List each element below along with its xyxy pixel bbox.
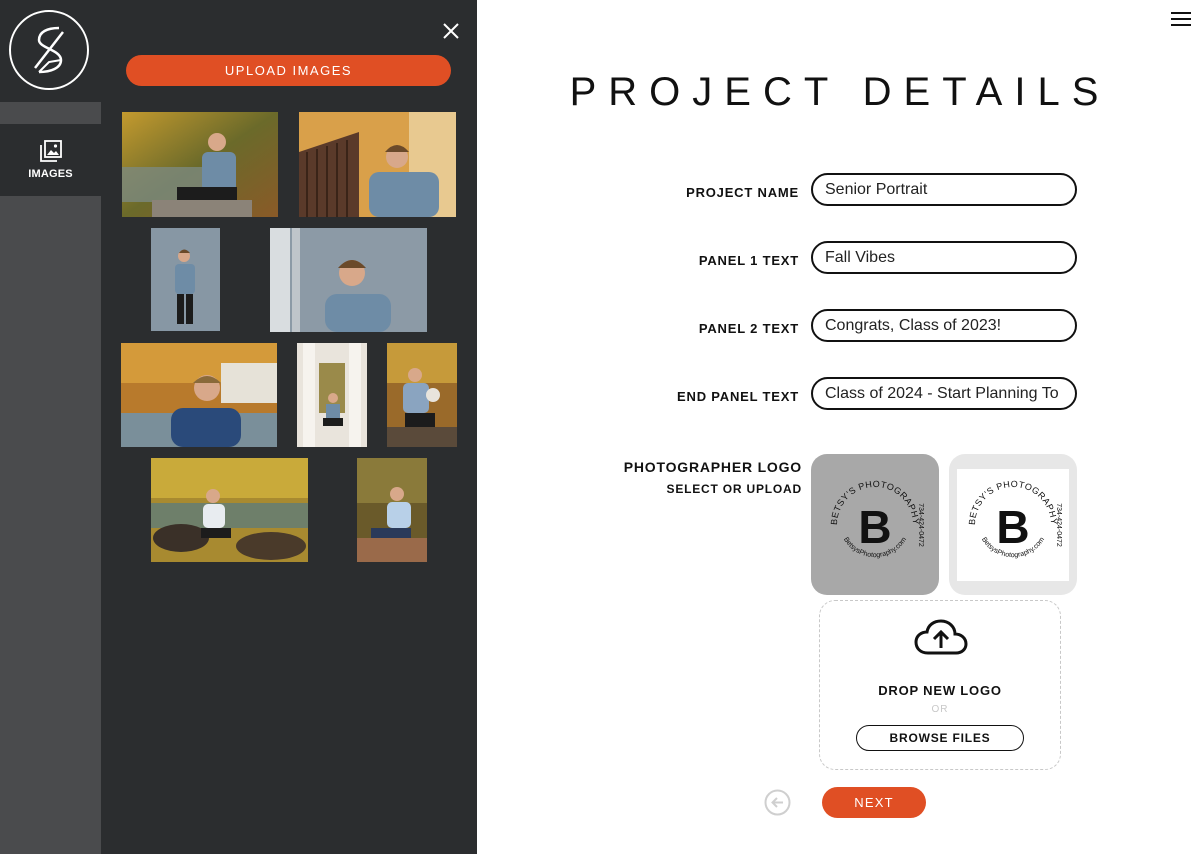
- logo-option-selected[interactable]: BETSY'S PHOTOGRAPHY BetsysPhotography.co…: [811, 454, 939, 595]
- sidebar-item-label: IMAGES: [28, 168, 73, 180]
- image-thumbnail[interactable]: [151, 458, 308, 562]
- svg-text:734-424-0472: 734-424-0472: [1055, 503, 1062, 547]
- image-thumbnail[interactable]: [299, 112, 456, 217]
- image-thumbnail[interactable]: [121, 343, 277, 447]
- image-thumbnail[interactable]: [122, 112, 278, 217]
- logo-option[interactable]: BETSY'S PHOTOGRAPHY BetsysPhotography.co…: [949, 454, 1077, 595]
- image-thumbnail[interactable]: [151, 228, 220, 331]
- panel-2-text-label: PANEL 2 TEXT: [698, 321, 799, 336]
- close-icon[interactable]: [440, 20, 462, 42]
- logo-image: BETSY'S PHOTOGRAPHY BetsysPhotography.co…: [819, 469, 931, 581]
- back-arrow-icon[interactable]: [764, 789, 791, 816]
- or-divider-text: OR: [931, 704, 949, 715]
- project-name-label: PROJECT NAME: [686, 185, 799, 200]
- image-thumbnail[interactable]: [297, 343, 367, 447]
- rail-divider: [0, 102, 101, 124]
- betsys-photography-logo: BETSY'S PHOTOGRAPHY BetsysPhotography.co…: [967, 478, 1062, 558]
- browse-files-button[interactable]: BROWSE FILES: [856, 725, 1024, 751]
- end-panel-text-input[interactable]: [811, 377, 1077, 410]
- svg-text:B: B: [996, 501, 1029, 553]
- image-thumbnail[interactable]: [270, 228, 427, 332]
- app-logo-icon: [34, 26, 64, 74]
- photographer-logo-sublabel: SELECT OR UPLOAD: [666, 482, 802, 496]
- panel-1-text-input[interactable]: [811, 241, 1077, 274]
- svg-text:B: B: [858, 501, 891, 553]
- panel-2-text-input[interactable]: [811, 309, 1077, 342]
- upload-images-button[interactable]: UPLOAD IMAGES: [126, 55, 451, 86]
- drop-new-logo-text: DROP NEW LOGO: [878, 683, 1002, 698]
- panel-1-text-label: PANEL 1 TEXT: [698, 253, 799, 268]
- cloud-upload-icon: [914, 619, 968, 655]
- hamburger-menu-icon[interactable]: [1171, 11, 1191, 27]
- photographer-logo-label: PHOTOGRAPHER LOGO: [623, 459, 802, 475]
- betsys-photography-logo: BETSY'S PHOTOGRAPHY BetsysPhotography.co…: [829, 478, 924, 558]
- image-thumbnail[interactable]: [357, 458, 427, 562]
- images-icon: [39, 140, 62, 162]
- rail-header: [0, 0, 101, 102]
- sidebar-item-images[interactable]: IMAGES: [0, 124, 101, 196]
- svg-text:734-424-0472: 734-424-0472: [917, 503, 924, 547]
- app-logo[interactable]: [9, 10, 89, 90]
- logo-dropzone[interactable]: DROP NEW LOGO OR BROWSE FILES: [819, 600, 1061, 770]
- image-thumbnail[interactable]: [387, 343, 457, 447]
- page-title: PROJECT DETAILS: [569, 70, 1111, 114]
- end-panel-text-label: END PANEL TEXT: [677, 389, 799, 404]
- logo-image: BETSY'S PHOTOGRAPHY BetsysPhotography.co…: [957, 468, 1069, 581]
- next-button[interactable]: NEXT: [822, 787, 926, 818]
- project-name-input[interactable]: [811, 173, 1077, 206]
